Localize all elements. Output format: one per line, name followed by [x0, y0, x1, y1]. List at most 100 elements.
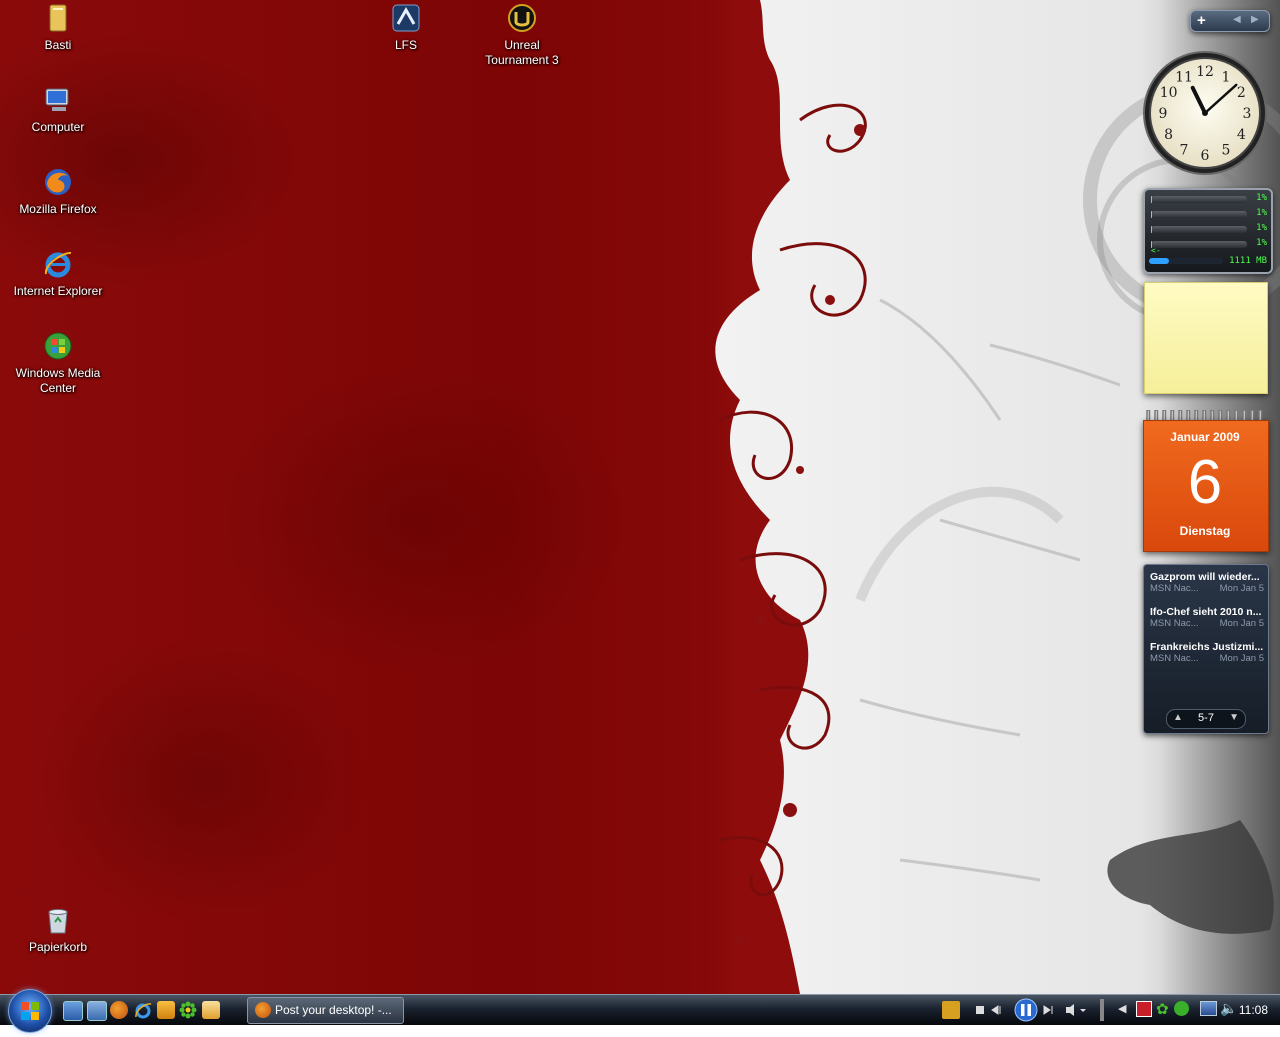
- show-desktop-icon[interactable]: [63, 1001, 83, 1021]
- news-date: Mon Jan 5: [1219, 618, 1264, 629]
- chevron-down-icon[interactable]: [1080, 1009, 1086, 1012]
- cpu-core-bar-fill: [1151, 226, 1152, 233]
- recycle-bin-icon: [48, 909, 68, 934]
- clock-number: 10: [1160, 85, 1178, 101]
- firefox-icon: [45, 169, 71, 195]
- news-source: MSN Nac...: [1150, 583, 1199, 594]
- desktop-icon-basti[interactable]: Basti: [10, 2, 106, 53]
- desktop-icon-label: Internet Explorer: [13, 284, 103, 298]
- news-date: Mon Jan 5: [1219, 653, 1264, 664]
- news-date: Mon Jan 5: [1219, 583, 1264, 594]
- desktop-icon-internet-explorer[interactable]: Internet Explorer: [10, 248, 106, 299]
- desktop-wallpaper: Basti Computer Mozilla Firefox Internet …: [0, 0, 1280, 994]
- lfs-game-icon: [392, 4, 420, 32]
- clock-number: 6: [1201, 148, 1210, 164]
- clock-number: 5: [1222, 142, 1231, 158]
- cpu-core-bar-fill: [1151, 196, 1152, 203]
- desktop-icon-lfs[interactable]: LFS: [358, 2, 454, 53]
- news-item[interactable]: Ifo-Chef sieht 2010 n... MSN Nac... Mon …: [1150, 606, 1264, 629]
- memory-bar: [1149, 258, 1223, 264]
- news-title: Gazprom will wieder...: [1150, 571, 1260, 583]
- taskbar-window-label: Post your desktop! -...: [275, 1003, 392, 1017]
- cpu-core-bar: [1151, 226, 1247, 233]
- clock-number: 7: [1180, 142, 1189, 158]
- cpu-core-value: 1%: [1256, 238, 1267, 248]
- desktop-icon-recycle-bin[interactable]: Papierkorb: [10, 904, 106, 955]
- system-tray: ◀ ✿ 🔈 11:08: [1116, 997, 1280, 1023]
- clock-number: 3: [1243, 106, 1252, 122]
- clock-gadget[interactable]: 12 12 3 45678 9 1011: [1142, 50, 1268, 176]
- calendar-gadget[interactable]: Januar 2009 6 Dienstag: [1143, 410, 1269, 552]
- messenger-tray-icon[interactable]: [1174, 1001, 1189, 1016]
- calendar-weekday: Dienstag: [1179, 524, 1231, 538]
- stop-icon[interactable]: [976, 1006, 984, 1014]
- clock-number: 11: [1175, 70, 1193, 86]
- unreal-tournament-icon: [508, 4, 536, 32]
- cpu-meter-gadget[interactable]: 1% 1% 1% 1% <- 1111 MB: [1143, 188, 1273, 274]
- news-next-icon[interactable]: ▼: [1229, 712, 1239, 723]
- antivirus-icon[interactable]: [1136, 1001, 1152, 1017]
- volume-icon[interactable]: 🔈: [1220, 1000, 1237, 1017]
- clock-number: 9: [1159, 106, 1168, 122]
- media-player-toolbar: [942, 998, 1104, 1022]
- media-player-icon[interactable]: [157, 1001, 175, 1019]
- volume-icon[interactable]: [1066, 1004, 1074, 1016]
- firefox-icon: [255, 1002, 271, 1018]
- cpu-arrow-label: <-: [1151, 246, 1161, 255]
- cpu-core-bar: [1151, 196, 1247, 203]
- user-folder-icon: [49, 4, 67, 32]
- news-pager: ▲ 5-7 ▼: [1166, 709, 1246, 729]
- sidebar-next-icon[interactable]: ▶: [1251, 14, 1259, 25]
- previous-icon[interactable]: [991, 1005, 1001, 1015]
- pause-icon[interactable]: [1014, 998, 1038, 1022]
- sidebar-prev-icon[interactable]: ◀: [1233, 14, 1241, 25]
- taskbar-window-button[interactable]: Post your desktop! -...: [247, 997, 404, 1024]
- clock-number: 8: [1164, 127, 1173, 143]
- cpu-core-value: 1%: [1256, 208, 1267, 218]
- computer-icon: [45, 88, 69, 111]
- firefox-icon[interactable]: [110, 1001, 128, 1019]
- cpu-core-value: 1%: [1256, 193, 1267, 203]
- media-player-icon[interactable]: [942, 1001, 960, 1019]
- cpu-core-bar-fill: [1151, 211, 1152, 218]
- desktop-icon-label: Windows Media Center: [15, 366, 101, 395]
- news-title: Ifo-Chef sieht 2010 n...: [1150, 606, 1262, 618]
- start-button[interactable]: [8, 989, 52, 1033]
- switch-windows-icon[interactable]: [87, 1001, 107, 1021]
- memory-value: 1111 MB: [1229, 256, 1267, 266]
- icq-tray-icon[interactable]: ✿: [1156, 1000, 1169, 1018]
- news-source: MSN Nac...: [1150, 653, 1199, 664]
- desktop-icon-label: Papierkorb: [28, 940, 88, 954]
- taskbar: Post your desktop! -... ◀ ✿ 🔈 11:08: [0, 989, 1280, 1033]
- news-item[interactable]: Frankreichs Justizmi... MSN Nac... Mon J…: [1150, 641, 1264, 664]
- restore-player-icon[interactable]: [1100, 999, 1104, 1021]
- wallpaper-art: [715, 0, 1280, 994]
- show-hidden-icons-icon[interactable]: ◀: [1118, 1002, 1126, 1015]
- messenger-icon[interactable]: [202, 1001, 220, 1019]
- desktop-icon-label: Mozilla Firefox: [19, 202, 97, 216]
- windows-logo-icon: [21, 1002, 39, 1020]
- tray-clock[interactable]: 11:08: [1239, 1003, 1268, 1017]
- desktop-icon-media-center[interactable]: Windows Media Center: [10, 330, 106, 396]
- news-item[interactable]: Gazprom will wieder... MSN Nac... Mon Ja…: [1150, 571, 1264, 594]
- internet-explorer-icon[interactable]: [134, 1001, 152, 1019]
- calendar-month: Januar 2009: [1170, 430, 1240, 444]
- desktop-icon-label: Unreal Tournament 3: [485, 38, 559, 67]
- cpu-core-bar: [1151, 211, 1247, 218]
- icq-icon[interactable]: [179, 1001, 197, 1019]
- clock-number: 2: [1237, 85, 1246, 101]
- next-icon[interactable]: [1043, 1005, 1053, 1015]
- cpu-core-bar: [1151, 241, 1247, 248]
- desktop-icon-label: Computer: [31, 120, 85, 134]
- desktop-icon-unreal-tournament[interactable]: Unreal Tournament 3: [474, 2, 570, 68]
- add-gadget-button[interactable]: +: [1197, 12, 1206, 29]
- clock-number: 12: [1196, 64, 1214, 80]
- network-icon[interactable]: [1200, 1001, 1217, 1016]
- news-feed-gadget: Gazprom will wieder... MSN Nac... Mon Ja…: [1143, 564, 1269, 734]
- sticky-note-gadget[interactable]: [1144, 282, 1268, 394]
- media-center-icon: [44, 332, 72, 360]
- desktop-icon-firefox[interactable]: Mozilla Firefox: [10, 166, 106, 217]
- desktop-icon-label: LFS: [394, 38, 417, 52]
- sidebar-controls: + ◀ ▶: [1190, 10, 1270, 32]
- desktop-icon-computer[interactable]: Computer: [10, 84, 106, 135]
